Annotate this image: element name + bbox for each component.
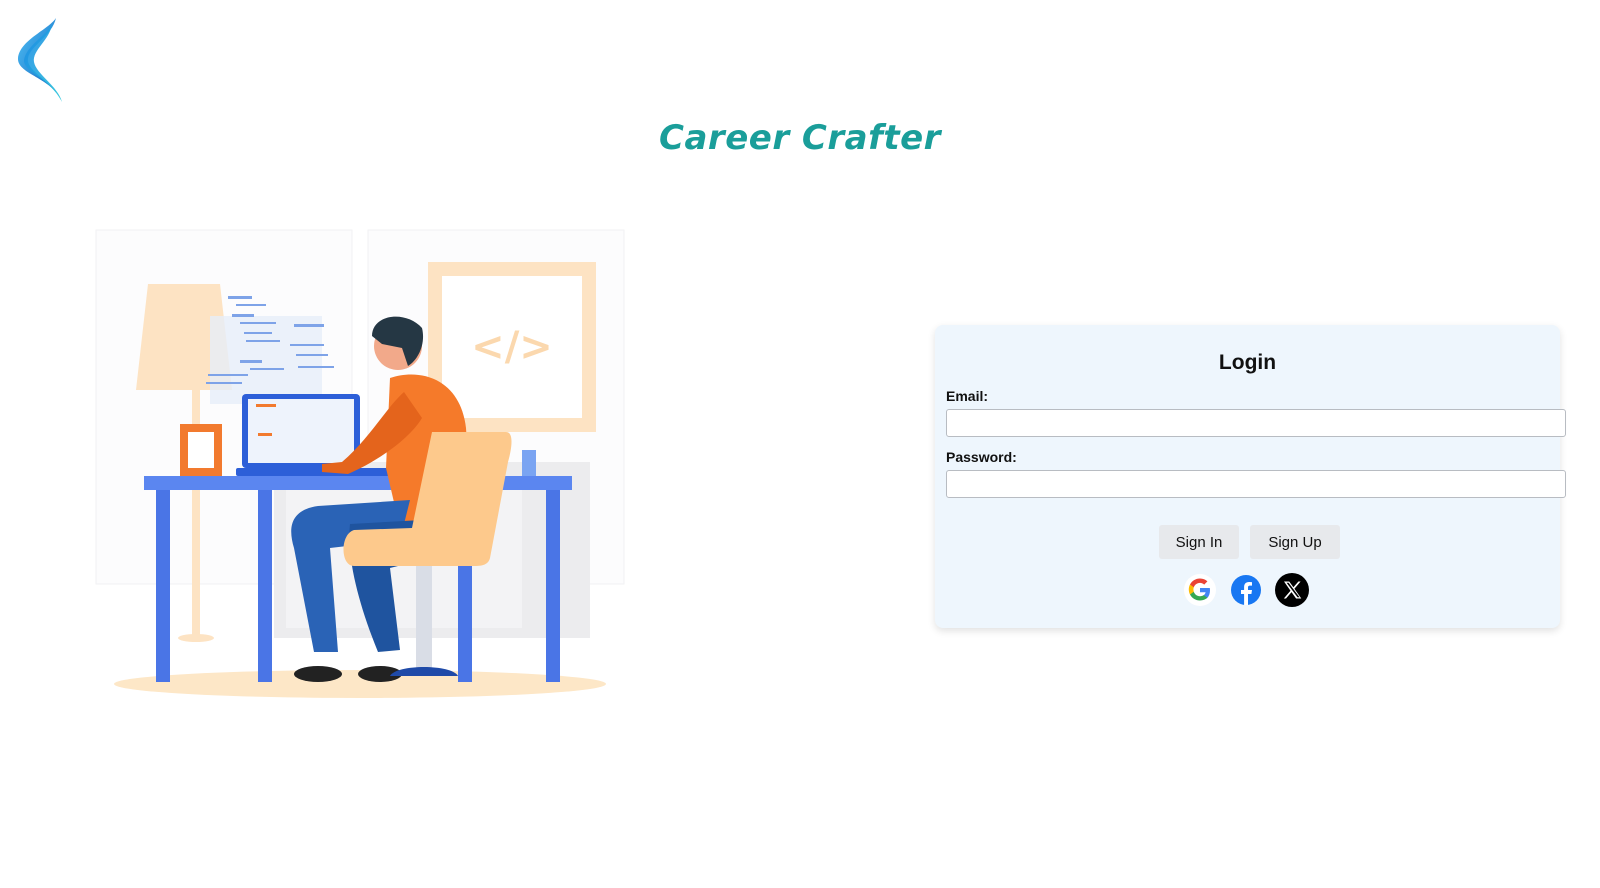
password-label: Password: [946, 449, 1017, 465]
code-sign-text: </> [471, 324, 553, 370]
password-field[interactable] [946, 470, 1566, 498]
login-card: Login Email: Password: Sign In Sign Up [935, 325, 1566, 628]
email-field[interactable] [946, 409, 1566, 437]
x-icon[interactable] [1275, 573, 1309, 607]
sign-in-button[interactable]: Sign In [1159, 525, 1239, 559]
sign-up-button[interactable]: Sign Up [1250, 525, 1340, 559]
app-title: Career Crafter [659, 118, 941, 158]
login-title: Login [1218, 351, 1277, 374]
email-label: Email: [946, 388, 989, 404]
developer-at-desk-illustration: </> [60, 228, 660, 718]
google-icon[interactable] [1183, 573, 1217, 607]
login-page: Career Crafter </> Login Email: Password… [0, 0, 1600, 888]
facebook-icon[interactable] [1229, 573, 1263, 607]
career-crafter-logo-icon[interactable] [12, 16, 68, 104]
